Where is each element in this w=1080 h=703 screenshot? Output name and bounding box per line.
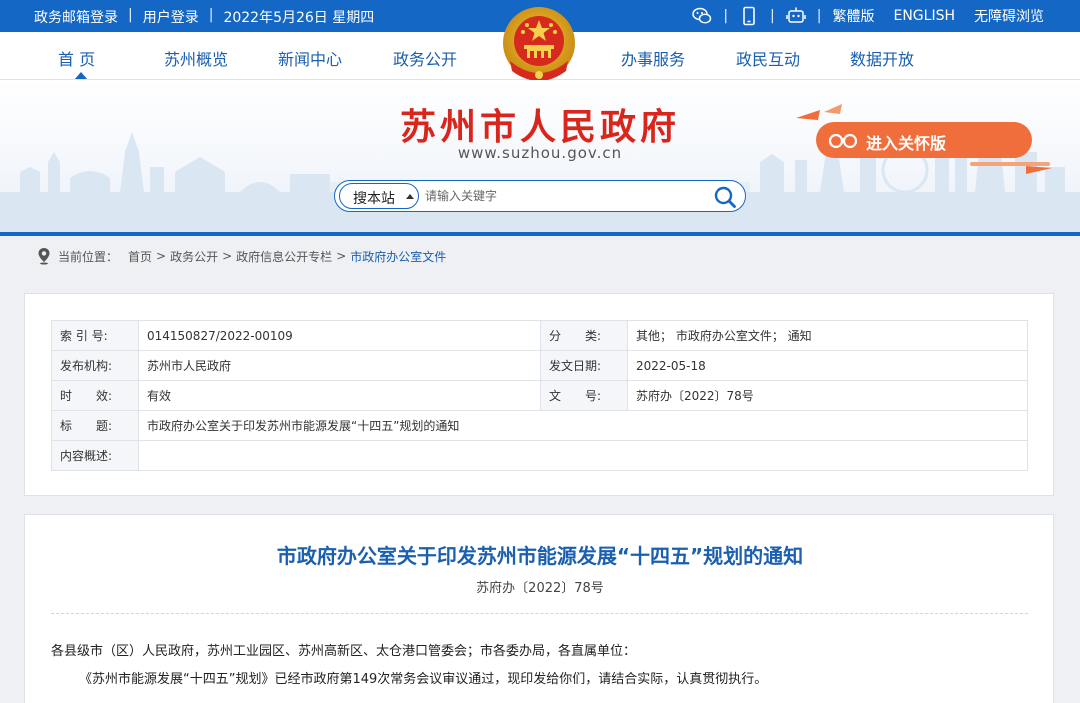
summary-value [138, 440, 1028, 471]
separator: | [770, 8, 775, 24]
document-metadata-panel: 索 引 号: 014150827/2022-00109 分 类: 其他； 市政府… [24, 293, 1054, 496]
separator: | [816, 8, 822, 24]
care-version-label: 进入关怀版 [866, 134, 947, 153]
table-row: 标 题: 市政府办公室关于印发苏州市能源发展“十四五”规划的通知 [51, 410, 1028, 441]
issue-date-label: 发文日期: [540, 350, 628, 381]
breadcrumb-info-column[interactable]: 政府信息公开专栏 [236, 248, 332, 265]
table-row: 时 效: 有效 文 号: 苏府办〔2022〕78号 [51, 380, 1028, 411]
table-row: 发布机构: 苏州市人民政府 发文日期: 2022-05-18 [51, 350, 1028, 381]
article-salutation: 各县级市（区）人民政府，苏州工业园区、苏州高新区、太仓港口管委会；市各委办局，各… [51, 644, 637, 659]
user-login-link[interactable]: 用户登录 [143, 7, 199, 27]
nav-item-gov-affairs[interactable]: 政务公开 [393, 46, 457, 70]
breadcrumb-gov-affairs[interactable]: 政务公开 [170, 248, 218, 265]
mail-login-link[interactable]: 政务邮箱登录 [34, 7, 118, 27]
english-link[interactable]: ENGLISH [893, 8, 955, 24]
mobile-icon[interactable] [739, 6, 759, 26]
national-emblem-icon[interactable] [500, 5, 578, 87]
current-date: 2022年5月26日 星期四 [223, 10, 375, 26]
article-document-number: 苏府办〔2022〕78号 [476, 581, 604, 596]
nav-item-open-data[interactable]: 数据开放 [850, 46, 914, 70]
validity-label: 时 效: [51, 380, 139, 411]
breadcrumb-separator: > [222, 249, 233, 263]
wechat-icon[interactable] [692, 6, 712, 26]
issue-date-value: 2022-05-18 [627, 350, 1028, 381]
breadcrumb-current[interactable]: 市政府办公室文件 [350, 248, 446, 265]
publisher-label: 发布机构: [51, 350, 139, 381]
topbar-right: | | | 繁體版 ENGLISH 无障碍浏览 [692, 6, 1044, 26]
traditional-chinese-link[interactable]: 繁體版 [832, 6, 874, 26]
glasses-icon [828, 133, 858, 149]
title-value: 市政府办公室关于印发苏州市能源发展“十四五”规划的通知 [138, 410, 1028, 441]
nav-item-overview[interactable]: 苏州概览 [164, 46, 228, 70]
separator: | [208, 7, 214, 23]
search-scope-label: 搜本站 [353, 191, 395, 207]
category-label: 分 类: [540, 320, 628, 351]
separator: | [128, 7, 133, 23]
nav-item-news[interactable]: 新闻中心 [278, 46, 342, 70]
publisher-value: 苏州市人民政府 [138, 350, 541, 381]
table-row: 索 引 号: 014150827/2022-00109 分 类: 其他； 市政府… [51, 320, 1028, 351]
location-pin-icon [38, 248, 50, 265]
index-number-label: 索 引 号: [51, 320, 139, 351]
article-body-paragraph: 《苏州市能源发展“十四五”规划》已经市政府第149次常务会议审议通过，现印发给你… [79, 672, 768, 687]
breadcrumb-home[interactable]: 首页 [128, 248, 152, 265]
nav-item-home[interactable]: 首 页 [58, 46, 95, 70]
breadcrumb-label: 当前位置： [58, 249, 119, 264]
care-version-button[interactable]: 进入关怀版 [816, 122, 1032, 158]
nav-item-interaction[interactable]: 政民互动 [736, 46, 800, 70]
topbar-left: 政务邮箱登录 | 用户登录 | 2022年5月26日 星期四 [34, 7, 374, 27]
title-label: 标 题: [51, 410, 139, 441]
search-icon[interactable] [713, 185, 737, 209]
robot-icon[interactable] [786, 6, 806, 26]
article-divider [51, 613, 1028, 614]
nav-item-services[interactable]: 办事服务 [621, 46, 685, 70]
breadcrumb-separator: > [336, 249, 347, 263]
header-bottom-rule [0, 232, 1080, 236]
accessible-browse-link[interactable]: 无障碍浏览 [974, 6, 1044, 26]
validity-value: 有效 [138, 380, 541, 411]
breadcrumb-separator: > [156, 249, 167, 263]
document-metadata-table: 索 引 号: 014150827/2022-00109 分 类: 其他； 市政府… [51, 320, 1028, 471]
document-number-label: 文 号: [540, 380, 628, 411]
table-row: 内容概述: [51, 440, 1028, 471]
search-scope-dropdown[interactable]: 搜本站 [339, 183, 419, 209]
header-banner: 苏州市人民政府 www.suzhou.gov.cn 进入关怀版 搜本站 [0, 80, 1080, 232]
separator: | [723, 8, 729, 24]
caret-up-icon [406, 194, 414, 199]
document-number-value: 苏府办〔2022〕78号 [627, 380, 1028, 411]
article-panel: 市政府办公室关于印发苏州市能源发展“十四五”规划的通知 苏府办〔2022〕78号… [24, 514, 1054, 703]
article-title: 市政府办公室关于印发苏州市能源发展“十四五”规划的通知 [276, 544, 804, 568]
index-number-value: 014150827/2022-00109 [138, 320, 541, 351]
category-value: 其他； 市政府办公室文件； 通知 [627, 320, 1028, 351]
search-input[interactable] [425, 185, 705, 207]
search-bar: 搜本站 [334, 180, 746, 212]
summary-label: 内容概述: [51, 440, 139, 471]
breadcrumb: 当前位置： 首页 > 政务公开 > 政府信息公开专栏 > 市政府办公室文件 [36, 247, 446, 265]
